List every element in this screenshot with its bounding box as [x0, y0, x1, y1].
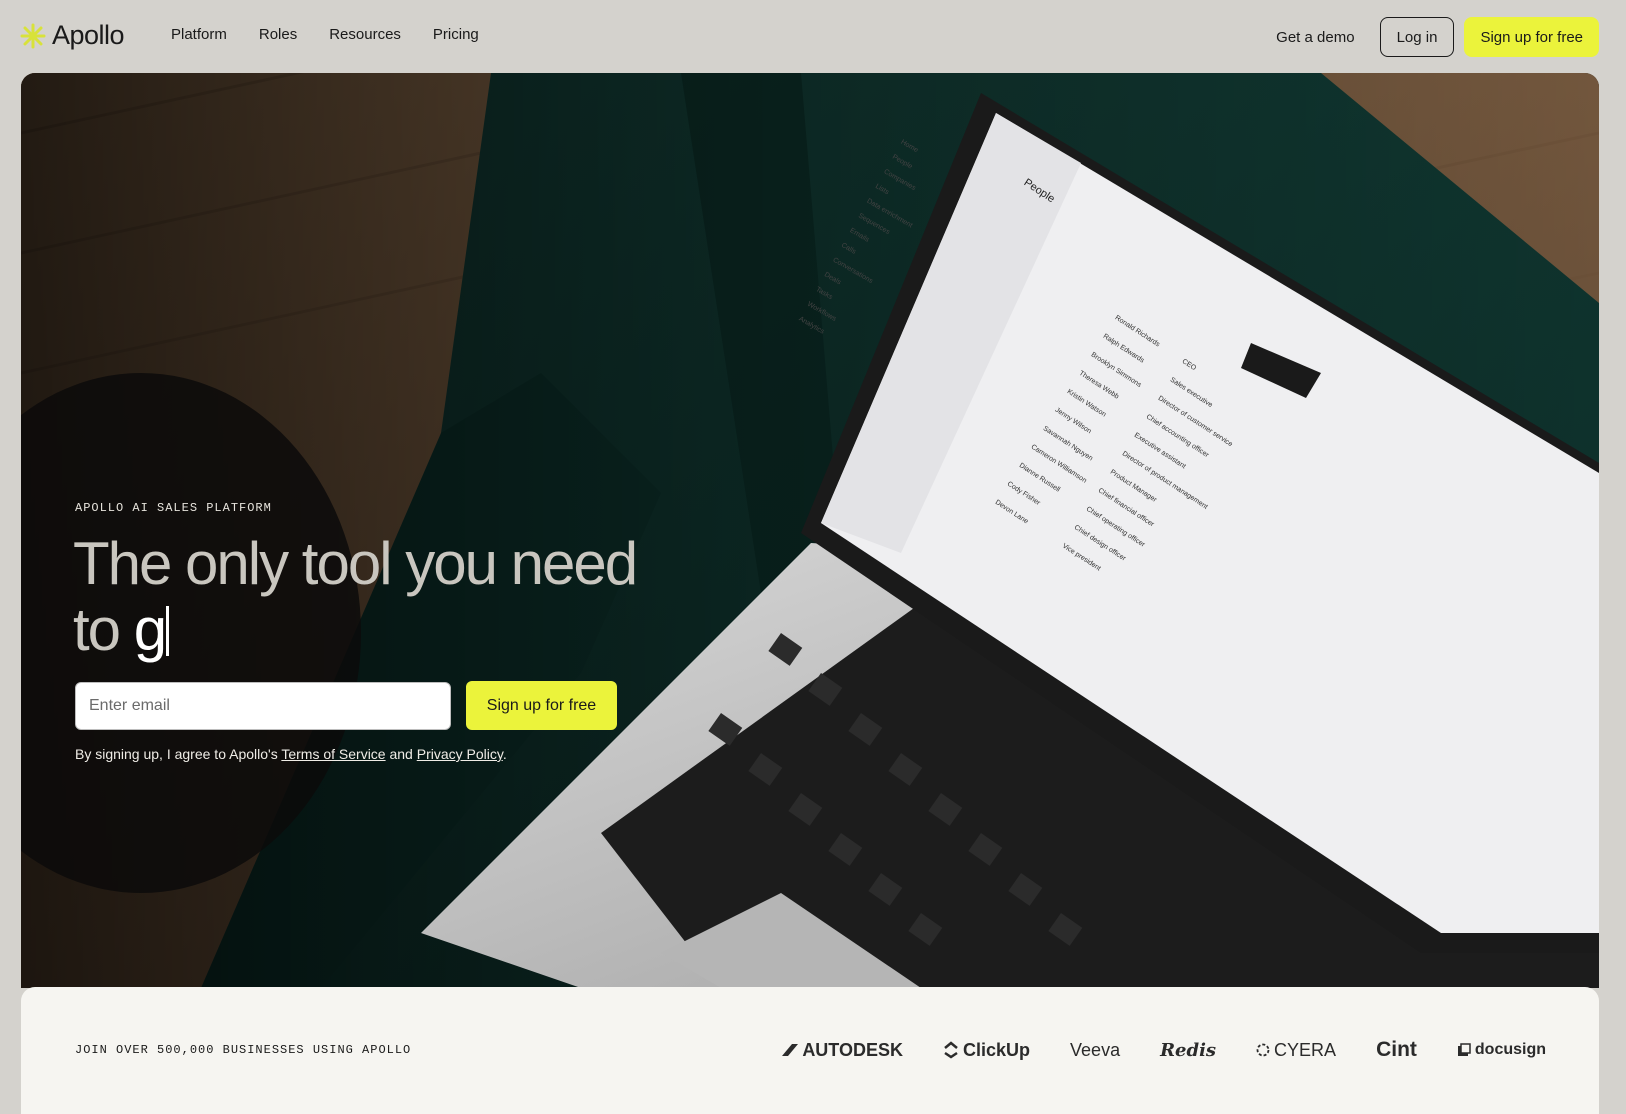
typing-caret — [166, 606, 170, 656]
cyera-text: CYERA — [1274, 1039, 1337, 1060]
nav-link-roles[interactable]: Roles — [259, 26, 297, 43]
logo-text: Apollo — [52, 20, 125, 50]
hero-signup-button[interactable]: Sign up for free — [466, 681, 617, 730]
page-scrollbar-track[interactable] — [1600, 0, 1626, 1114]
nav-signup-button[interactable]: Sign up for free — [1464, 17, 1599, 57]
login-button[interactable]: Log in — [1379, 17, 1455, 57]
cint-text: Cint — [1376, 1038, 1417, 1061]
headline-typed-text: g — [133, 596, 167, 663]
autodesk-mark-icon — [782, 1044, 799, 1056]
clickup-text: ClickUp — [963, 1039, 1031, 1060]
cyera-mark-icon — [1256, 1043, 1270, 1057]
redis-text: Redis — [1160, 1039, 1217, 1061]
legal-prefix: By signing up, I agree to Apollo's — [75, 746, 282, 762]
autodesk-text: AUTODESK — [802, 1039, 903, 1060]
nav-actions: Get a demo Log in Sign up for free — [1276, 17, 1599, 57]
autodesk-logo: AUTODESK — [782, 1040, 903, 1061]
apollo-asterisk-icon — [20, 23, 46, 48]
nav-link-platform[interactable]: Platform — [171, 26, 227, 43]
get-demo-link[interactable]: Get a demo — [1276, 29, 1354, 46]
email-input[interactable] — [75, 682, 451, 730]
nav-links: Platform Roles Resources Pricing — [171, 26, 511, 43]
veeva-text: Veeva — [1070, 1039, 1121, 1060]
hero-eyebrow: APOLLO AI SALES PLATFORM — [75, 501, 272, 515]
cyera-logo: CYERA — [1256, 1040, 1336, 1061]
customers-label: JOIN OVER 500,000 BUSINESSES USING APOLL… — [75, 1043, 412, 1057]
cint-logo: Cint — [1376, 1038, 1417, 1062]
redis-logo: Redis — [1160, 1040, 1216, 1061]
customer-logos: AUTODESK ClickUp Veeva Redis CYERA Cint … — [742, 1038, 1546, 1062]
hero-section: People Home People Companies Lists Data … — [21, 73, 1599, 988]
nav-link-resources[interactable]: Resources — [329, 26, 401, 43]
docusign-logo: docusign — [1457, 1041, 1546, 1059]
apollo-logo[interactable]: Apollo — [20, 20, 125, 51]
nav-link-pricing[interactable]: Pricing — [433, 26, 479, 43]
terms-of-service-link[interactable]: Terms of Service — [281, 746, 385, 762]
clickup-logo: ClickUp — [943, 1040, 1030, 1061]
veeva-logo: Veeva — [1070, 1040, 1120, 1061]
legal-suffix: . — [502, 746, 507, 762]
screen-title: CEO — [1180, 358, 1198, 373]
docusign-mark-icon — [1457, 1043, 1471, 1056]
privacy-policy-link[interactable]: Privacy Policy — [417, 746, 503, 762]
legal-and: and — [385, 746, 417, 762]
customer-logos-strip: JOIN OVER 500,000 BUSINESSES USING APOLL… — [21, 987, 1599, 1114]
legal-text: By signing up, I agree to Apollo's Terms… — [75, 746, 507, 762]
hero-headline: The only tool you need to g — [73, 531, 673, 663]
top-navigation: Apollo Platform Roles Resources Pricing … — [0, 0, 1626, 73]
clickup-mark-icon — [944, 1041, 958, 1059]
docusign-text: docusign — [1474, 1041, 1546, 1058]
